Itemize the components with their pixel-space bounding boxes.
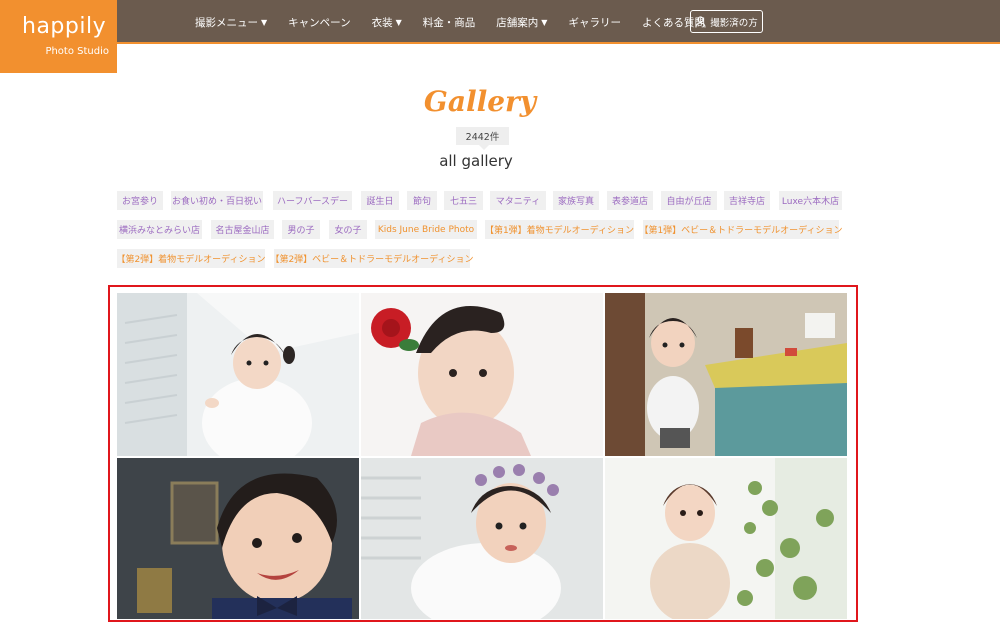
gallery-photo[interactable] [117,458,359,619]
tag-kids-june-bride[interactable]: Kids June Bride Photo [375,220,477,239]
nav-item-costume[interactable]: 衣装 ▼ [372,15,402,30]
tag-omotesando[interactable]: 表参道店 [607,191,653,210]
chevron-down-icon: ▼ [395,17,402,27]
nav-item-label: ギャラリー [568,16,621,29]
tag-okuizome[interactable]: お食い初め・百日祝い [171,191,263,210]
count-badge: 2442件 [456,127,509,150]
tag-nagoya[interactable]: 名古屋金山店 [211,220,274,239]
tag-luxe-roppongi[interactable]: Luxe六本木店 [779,191,842,210]
nav-item-menu[interactable]: 撮影メニュー ▼ [195,15,267,30]
nav-item-label: 店舗案内 [496,16,539,29]
nav-item-gallery[interactable]: ギャラリー [568,15,621,30]
chevron-down-icon: ▼ [541,17,548,27]
chevron-down-icon: ▼ [261,17,268,27]
user-icon [695,15,706,28]
gallery-photo[interactable] [605,293,847,456]
gallery-photo[interactable] [117,293,359,456]
tag-baby-audition-1[interactable]: 【第1弾】ベビー＆トドラーモデルオーディション [639,220,843,239]
nav-item-price[interactable]: 料金・商品 [423,15,476,30]
nav-item-store[interactable]: 店舗案内 ▼ [496,15,547,30]
gallery-photo[interactable] [605,458,847,619]
tag-girl[interactable]: 女の子 [329,220,367,239]
login-button[interactable]: 撮影済の方 [690,10,763,33]
tag-kimono-audition-2[interactable]: 【第2弾】着物モデルオーディション [116,249,266,268]
tag-jiyugaoka[interactable]: 自由が丘店 [661,191,717,210]
nav-item-label: 衣装 [371,16,393,29]
tag-maternity[interactable]: マタニティ [490,191,546,210]
site-logo[interactable]: happily Photo Studio [0,0,117,73]
tag-family[interactable]: 家族写真 [553,191,599,210]
login-label: 撮影済の方 [710,17,758,29]
nav-item-label: 料金・商品 [422,16,476,29]
gallery-photo[interactable] [361,293,603,456]
tag-omiyamairi[interactable]: お宮参り [117,191,163,210]
page-subtitle: all gallery [439,152,513,170]
page-title: Gallery [423,85,537,118]
logo-brand: happily [22,14,107,39]
tag-sekku[interactable]: 節句 [407,191,437,210]
tag-kimono-audition-1[interactable]: 【第1弾】着物モデルオーディション [485,220,634,239]
tag-yokohama[interactable]: 横浜みなとみらい店 [117,220,202,239]
tag-half-birthday[interactable]: ハーフバースデー [273,191,352,210]
logo-subtitle: Photo Studio [45,46,109,57]
tag-kichijoji[interactable]: 吉祥寺店 [724,191,770,210]
site-header: 撮影メニュー ▼ キャンペーン 衣装 ▼ 料金・商品 店舗案内 ▼ ギャラリー よくあ… [0,0,1000,44]
tag-birthday[interactable]: 誕生日 [361,191,399,210]
tag-boy[interactable]: 男の子 [282,220,320,239]
main-nav: 撮影メニュー ▼ キャンペーン 衣装 ▼ 料金・商品 店舗案内 ▼ ギャラリー よくあ… [195,0,726,44]
nav-item-label: 撮影メニュー [195,16,258,29]
nav-item-campaign[interactable]: キャンペーン [288,15,350,30]
tag-shichigosan[interactable]: 七五三 [444,191,483,210]
tag-baby-audition-2[interactable]: 【第2弾】ベビー＆トドラーモデルオーディション [270,249,474,268]
nav-item-label: キャンペーン [288,16,351,29]
gallery-photo[interactable] [361,458,603,619]
